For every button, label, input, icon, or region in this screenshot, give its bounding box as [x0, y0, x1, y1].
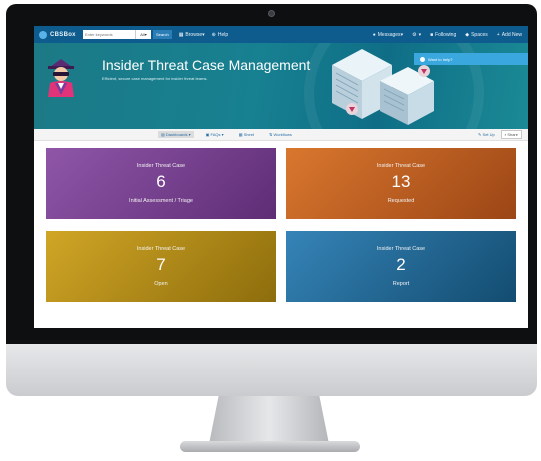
bookmark-icon: ■: [430, 31, 434, 38]
wrench-icon: ✎: [478, 132, 482, 137]
case-card-report[interactable]: Insider Threat Case 2 Report: [286, 231, 516, 302]
spaces-icon: ◆: [465, 31, 470, 38]
brand[interactable]: CBSBox: [39, 30, 83, 39]
case-card-requested[interactable]: Insider Threat Case 13 Requested: [286, 148, 516, 219]
sheet-icon: ▦: [238, 132, 243, 137]
camera-icon: [268, 10, 275, 17]
hero-banner: Insider Threat Case Management Efficient…: [34, 43, 528, 129]
card-label: Requested: [387, 198, 415, 204]
help-icon: ⊕: [211, 31, 216, 38]
card-label: Open: [154, 281, 168, 287]
monitor-base: [180, 441, 360, 452]
app-screen: CBSBox All ▾ Search ▦ Browse ▾ ⊕ Help ● …: [34, 26, 528, 328]
card-label: Initial Assessment / Triage: [129, 198, 193, 204]
search-input[interactable]: [83, 30, 135, 39]
tab-workflows-label: Workflows: [273, 132, 292, 137]
spy-logo-icon: [48, 59, 74, 97]
nav-help[interactable]: ⊕ Help: [212, 32, 229, 38]
dashboard-icon: ▤: [161, 132, 165, 137]
card-count: 7: [156, 255, 166, 274]
sub-navigation: ▤ Dashboards ▾ ▣ FAQs ▾ ▦ Sheet ⇅ Workfl…: [34, 129, 528, 141]
nav-messages-label: Messages: [377, 31, 401, 38]
nav-browse[interactable]: ▦ Browse ▾: [179, 32, 205, 38]
chevron-down-icon: ▾: [144, 32, 147, 37]
monitor: CBSBox All ▾ Search ▦ Browse ▾ ⊕ Help ● …: [6, 4, 537, 396]
help-panel[interactable]: Want to help?: [414, 53, 528, 65]
nav-add-new-label: Add New: [501, 31, 522, 38]
tab-sheet-label: Sheet: [243, 132, 255, 137]
share-button[interactable]: ▪ Share: [500, 130, 522, 139]
tab-workflows[interactable]: ⇅ Workflows: [266, 131, 295, 138]
dashboard-cards: Insider Threat Case 6 Initial Assessment…: [34, 141, 528, 328]
nav-help-label: Help: [217, 31, 229, 38]
chevron-down-icon: ▾: [221, 132, 224, 137]
nav-settings[interactable]: ⚙ ▾: [412, 32, 421, 38]
nav-right: ● Messages ▾ ⚙ ▾ ■ Following ◆ Spaces + …: [364, 32, 522, 38]
grid-icon: ▦: [178, 31, 184, 38]
search-button[interactable]: Search: [153, 30, 172, 39]
card-title: Insider Threat Case: [376, 163, 426, 169]
card-count: 2: [396, 255, 406, 274]
setup-label: Set Up: [482, 132, 495, 137]
card-title: Insider Threat Case: [136, 246, 186, 252]
chevron-down-icon: ▾: [418, 31, 422, 38]
page-subtitle: Efficient, secure case management for in…: [102, 76, 208, 81]
setup-link[interactable]: ✎ Set Up: [478, 132, 495, 137]
nav-spaces-label: Spaces: [471, 31, 488, 38]
tab-sheet[interactable]: ▦ Sheet: [236, 131, 257, 138]
monitor-stand: [209, 396, 329, 444]
chevron-down-icon: ▾: [400, 31, 404, 38]
logo-icon: [39, 30, 47, 39]
card-count: 6: [156, 172, 166, 191]
card-label: Report: [392, 281, 410, 287]
chevron-down-icon: ▾: [188, 132, 191, 137]
card-title: Insider Threat Case: [376, 246, 426, 252]
workflow-icon: ⇅: [269, 132, 273, 137]
user-icon: ●: [372, 31, 376, 38]
case-card-open[interactable]: Insider Threat Case 7 Open: [46, 231, 276, 302]
help-panel-label: Want to help?: [428, 56, 453, 62]
faq-icon: ▣: [205, 132, 210, 137]
top-navbar: CBSBox All ▾ Search ▦ Browse ▾ ⊕ Help ● …: [34, 26, 528, 43]
subnav-tabs: ▤ Dashboards ▾ ▣ FAQs ▾ ▦ Sheet ⇅ Workfl…: [158, 131, 304, 138]
tab-faqs-label: FAQs: [210, 132, 221, 137]
nav-following[interactable]: ■ Following: [430, 32, 456, 38]
nav-add-new[interactable]: + Add New: [497, 32, 522, 38]
share-label: Share: [507, 132, 518, 137]
share-icon: ▪: [504, 132, 507, 137]
page-title: Insider Threat Case Management: [102, 57, 311, 73]
nav-spaces[interactable]: ◆ Spaces: [465, 32, 488, 38]
info-icon: [420, 56, 425, 62]
nav-following-label: Following: [435, 31, 457, 38]
card-count: 13: [391, 172, 411, 191]
search-scope-select[interactable]: All ▾: [135, 30, 151, 39]
monitor-chin: [6, 344, 537, 396]
tab-dashboards-label: Dashboards: [165, 132, 188, 137]
tab-dashboards[interactable]: ▤ Dashboards ▾: [158, 131, 194, 138]
nav-messages[interactable]: ● Messages ▾: [373, 32, 403, 38]
chevron-down-icon: ▾: [202, 31, 205, 38]
gear-icon: ⚙: [412, 31, 417, 38]
subnav-actions: ✎ Set Up ▪ Share: [478, 130, 522, 139]
tab-faqs[interactable]: ▣ FAQs ▾: [203, 131, 227, 138]
brand-name: CBSBox: [50, 31, 76, 38]
card-title: Insider Threat Case: [136, 163, 186, 169]
case-card-triage[interactable]: Insider Threat Case 6 Initial Assessment…: [46, 148, 276, 219]
plus-icon: +: [496, 31, 500, 38]
nav-browse-label: Browse: [185, 31, 203, 38]
